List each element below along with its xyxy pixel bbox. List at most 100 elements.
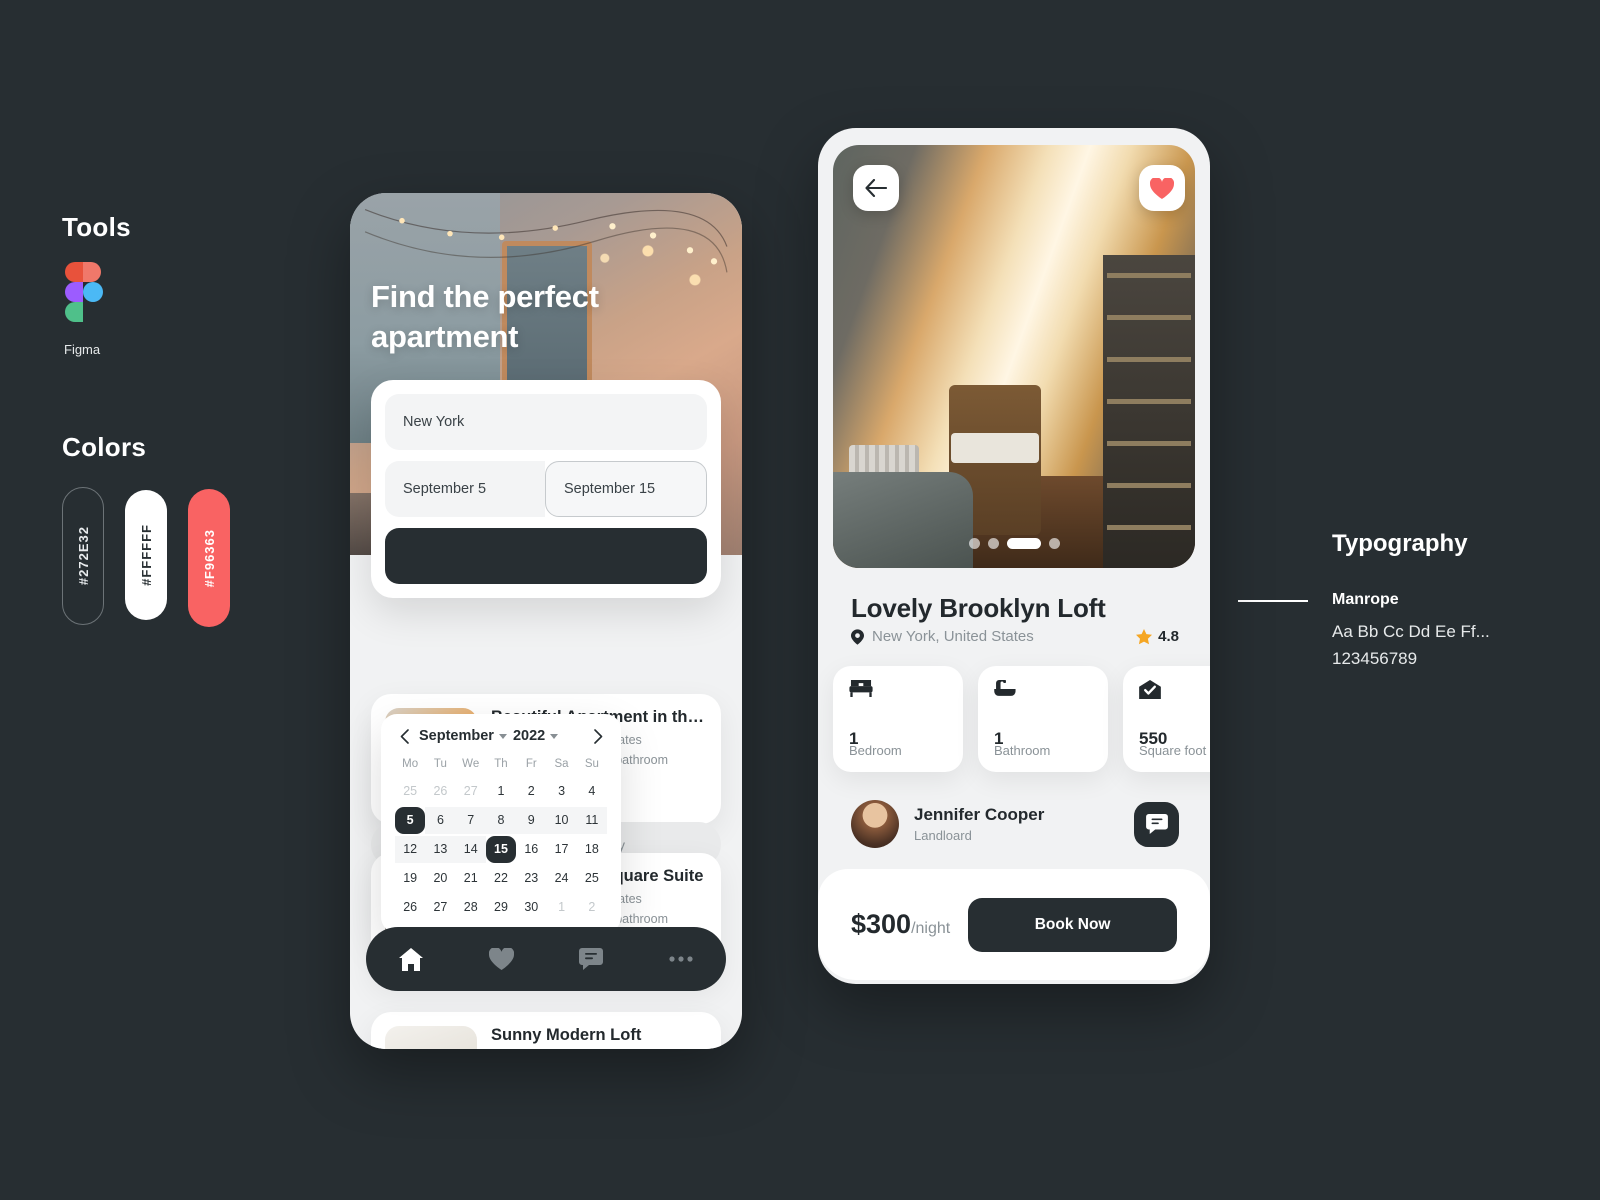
calendar-day[interactable]: 1 [546,894,576,921]
figma-label: Figma [64,342,101,357]
fact-bedroom: 1 Bedroom [833,666,963,772]
carousel-dot-active[interactable] [1006,538,1041,549]
calendar-month-label: September [419,728,494,744]
calendar-day[interactable]: 3 [546,778,576,805]
page-title: Lovely Brooklyn Loft [851,593,1106,623]
carousel-dot[interactable] [987,538,999,549]
bed-icon [849,680,873,697]
figma-logo-icon [65,262,105,322]
calendar-day[interactable]: 20 [425,865,455,892]
rating-badge: 4.8 [1136,628,1179,645]
chevron-down-icon [550,733,559,739]
tab-more[interactable] [659,937,703,981]
detail-screen-mockup: Lovely Brooklyn Loft New York, United St… [818,128,1210,984]
fact-label: Bathroom [994,743,1051,758]
chat-icon [579,948,603,970]
typography-alphabet-sample: Aa Bb Cc Dd Ee Ff... [1332,622,1490,641]
heart-icon [1150,177,1174,199]
bottom-tab-bar[interactable] [366,927,726,991]
calendar-weekday: Mo [402,758,419,770]
calendar-day[interactable]: 27 [456,778,486,805]
tab-home[interactable] [389,937,433,981]
fact-area: 550 Square foot [1123,666,1210,772]
calendar-day[interactable]: 2 [516,778,546,805]
calendar-day[interactable]: 7 [455,807,486,834]
calendar-day[interactable]: 22 [486,865,516,892]
calendar-day[interactable]: 24 [546,865,576,892]
calendar-day[interactable]: 8 [485,807,517,834]
chevron-left-icon[interactable] [395,728,413,744]
calendar-day[interactable]: 1 [486,778,516,805]
calendar-day-selected[interactable]: 15 [485,836,517,863]
calendar-day[interactable]: 23 [516,865,546,892]
typography-numerals-sample: 123456789 [1332,649,1418,668]
location-rating-row: New York, United States 4.8 [851,628,1179,645]
calendar-day[interactable]: 25 [395,778,425,805]
chevron-right-icon[interactable] [589,728,607,744]
back-button[interactable] [853,165,899,211]
heart-icon [488,948,514,970]
calendar-day[interactable]: 28 [456,894,486,921]
calendar-day[interactable]: 21 [456,865,486,892]
rating-value: 4.8 [1158,628,1179,645]
property-facts: 1 Bedroom 1 Bathroom 550 Square foot [833,666,1210,772]
search-button[interactable] [385,528,707,584]
calendar-day[interactable]: 17 [546,836,576,863]
listing-thumbnail [385,1026,477,1049]
date-range-row: September 5 September 15 [385,461,707,517]
calendar-day-selected[interactable]: 5 [395,807,426,834]
carousel-dot[interactable] [968,538,980,549]
color-swatch-red: #F96363 [188,489,230,627]
color-swatch-dark: #272E32 [62,487,104,625]
calendar-day[interactable]: 18 [577,836,607,863]
book-now-button[interactable]: Book Now [968,897,1177,952]
chat-icon [1145,814,1168,834]
star-icon [1136,628,1153,644]
carousel-pagination[interactable] [818,538,1210,549]
carousel-dot[interactable] [1048,538,1060,549]
calendar-day[interactable]: 2 [577,894,607,921]
calendar-day[interactable]: 9 [516,807,547,834]
tab-messages[interactable] [569,937,613,981]
favorite-button[interactable] [1139,165,1185,211]
calendar-day[interactable]: 14 [455,836,486,863]
calendar-weekday: Tu [433,758,447,770]
calendar-day[interactable]: 29 [486,894,516,921]
calendar-day[interactable]: 13 [425,836,456,863]
calendar-day[interactable]: 19 [395,865,425,892]
calendar-day[interactable]: 30 [516,894,546,921]
calendar-day[interactable]: 27 [425,894,455,921]
date-picker-popup[interactable]: September 2022 Mo Tu We Th Fr Sa Su 25 26 27 1 2 3 4 5… [381,714,621,933]
calendar-day[interactable]: 6 [425,807,456,834]
message-host-button[interactable] [1134,801,1179,847]
design-canvas: Tools Figma Colors #272E32 #FFFFFF #F963… [0,0,1600,1200]
calendar-day[interactable]: 10 [546,807,577,834]
arrow-left-icon [865,179,887,197]
color-swatch-white: #FFFFFF [125,490,167,620]
property-location-text: New York, United States [872,628,1034,645]
typography-section-title: Typography [1332,530,1468,557]
hero-title: Find the perfect apartment [371,279,599,355]
fact-label: Bedroom [849,743,902,758]
list-item[interactable]: Sunny Modern Loft New York, United State… [371,1012,721,1049]
check-out-field[interactable]: September 15 [545,461,707,517]
calendar-day[interactable]: 25 [577,865,607,892]
area-icon [1139,680,1161,699]
calendar-day[interactable]: 4 [577,778,607,805]
calendar-weekday: Su [584,758,599,770]
booking-bar: $300/night Book Now [818,869,1210,980]
calendar-grid[interactable]: Mo Tu We Th Fr Sa Su 25 26 27 1 2 3 4 5 6 7 8 9 10 11 12 13 14 1… [395,752,607,921]
calendar-day[interactable]: 16 [516,836,546,863]
calendar-year-select[interactable]: 2022 [512,728,559,744]
calendar-day[interactable]: 11 [576,807,607,834]
host-name: Jennifer Cooper [914,805,1045,824]
calendar-day[interactable]: 26 [425,778,455,805]
calendar-month-select[interactable]: September [419,728,507,744]
location-input[interactable]: New York [385,394,707,450]
calendar-day[interactable]: 26 [395,894,425,921]
calendar-year-label: 2022 [512,728,546,744]
tab-favorites[interactable] [479,937,523,981]
check-in-field[interactable]: September 5 [385,461,545,517]
calendar-day[interactable]: 12 [395,836,426,863]
color-swatch-label: #F96363 [201,528,217,588]
